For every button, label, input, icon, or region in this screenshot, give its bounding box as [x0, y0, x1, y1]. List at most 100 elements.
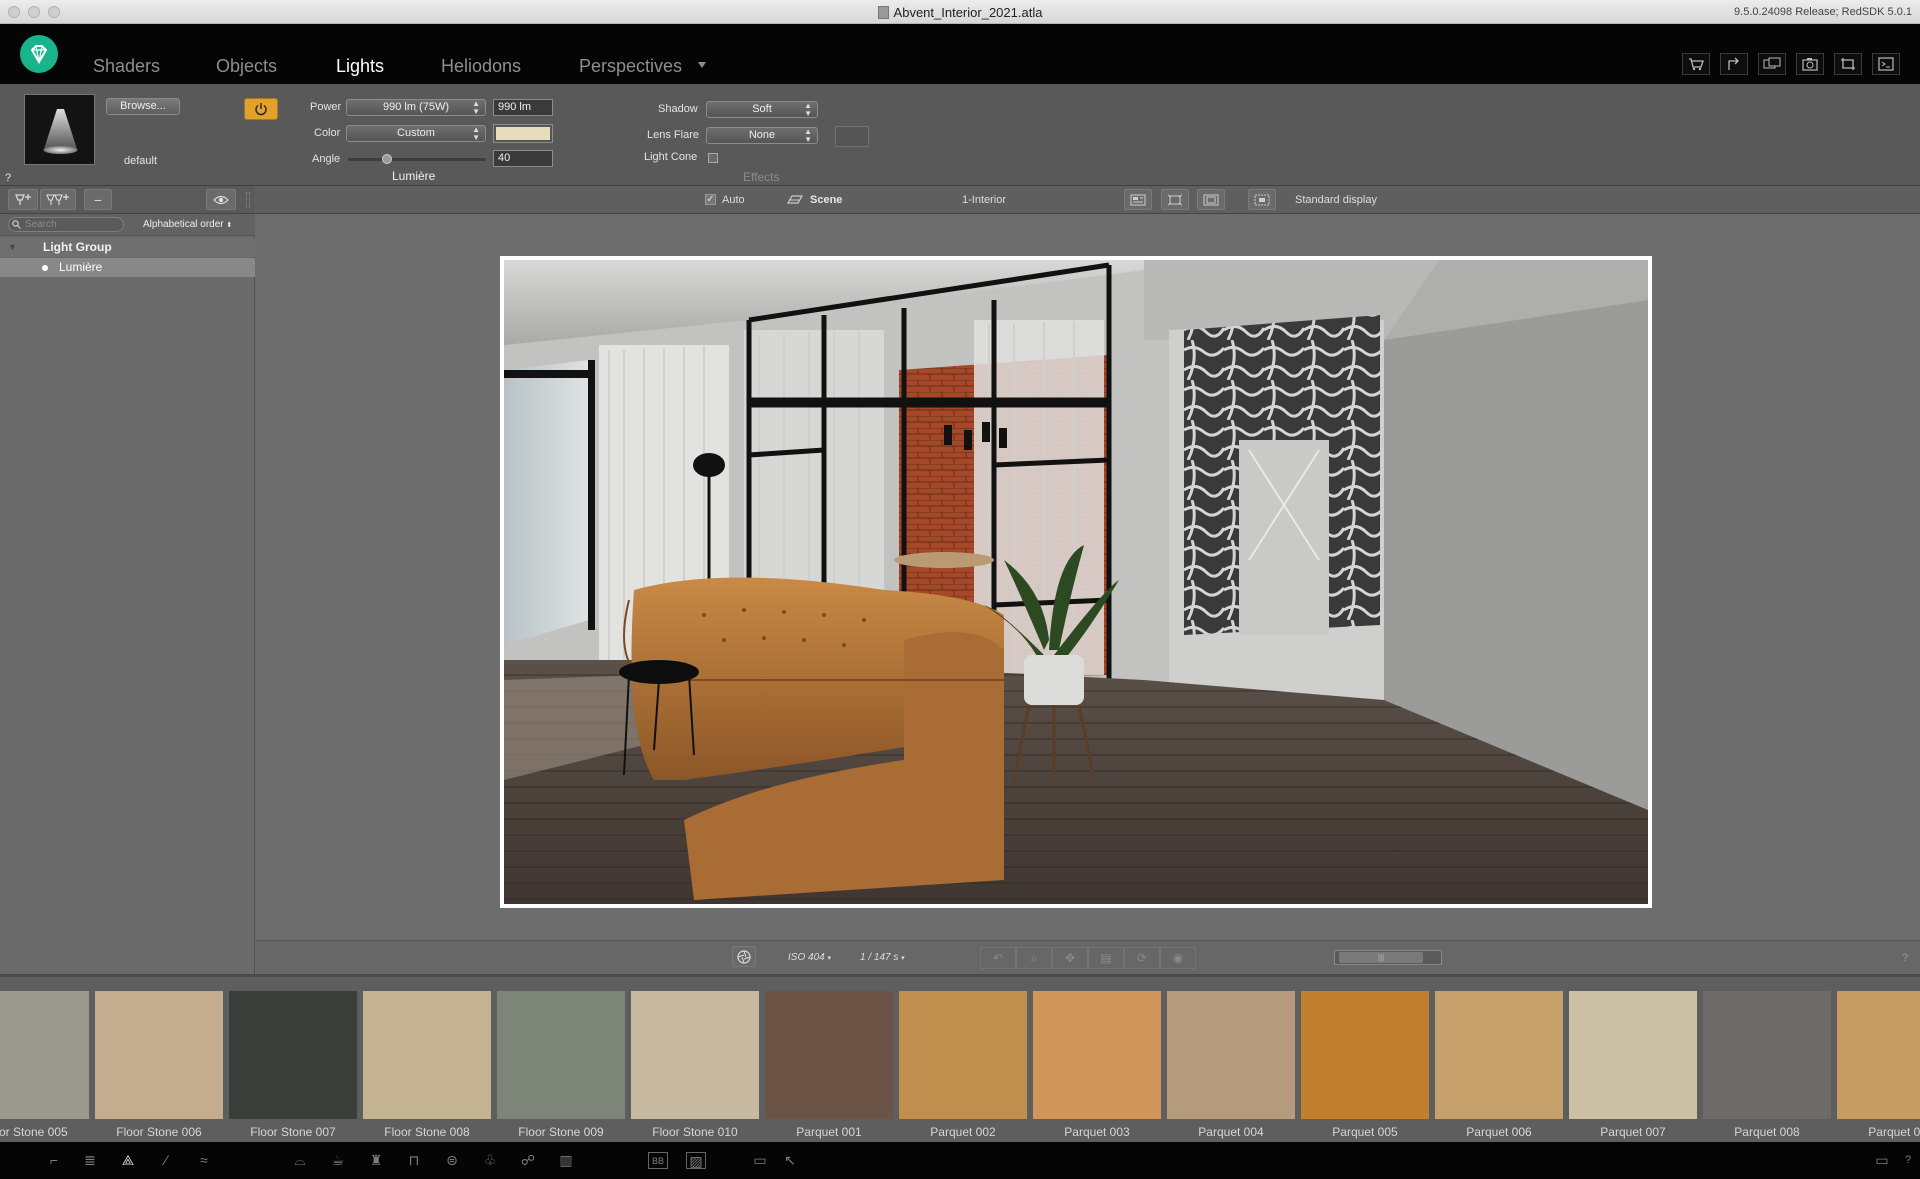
render-window-icon[interactable] [1872, 53, 1900, 75]
render-preview[interactable] [500, 256, 1652, 908]
display-mode-label[interactable]: Standard display [1295, 194, 1377, 206]
undo-icon[interactable]: ↶ [980, 947, 1016, 969]
library-swatch[interactable] [899, 991, 1027, 1119]
image-icon[interactable]: ▨ [686, 1152, 706, 1169]
library-swatch[interactable] [765, 991, 893, 1119]
lens-flare-preview[interactable] [835, 126, 869, 147]
windows-icon[interactable] [1758, 53, 1786, 75]
billboard-icon[interactable]: BB [648, 1152, 668, 1169]
view-mode-1-button[interactable] [1124, 189, 1152, 210]
light-group-row[interactable]: ▼ Light Group [0, 238, 255, 257]
tab-perspectives[interactable]: Perspectives [579, 56, 682, 77]
power-popup-value: 990 lm (75W) [382, 101, 450, 113]
sidebar-item-lumiere[interactable]: Lumière [0, 258, 255, 277]
cup-icon[interactable]: ☕ [328, 1152, 348, 1169]
walk-icon[interactable]: ▤ [1088, 947, 1124, 969]
remove-light-button[interactable]: − [84, 189, 112, 210]
color-popup[interactable]: Custom ▲ ▼ [346, 125, 486, 142]
library-swatch[interactable] [229, 991, 357, 1119]
browse-button[interactable]: Browse... [106, 98, 180, 115]
library-swatch-label: Parquet 008 [1734, 1125, 1800, 1139]
tab-shaders[interactable]: Shaders [93, 56, 160, 77]
shader-library-strip: Floor Stone 005 Floor Stone 006 Floor Ston… [0, 974, 1920, 1142]
camera-icon[interactable] [1796, 53, 1824, 75]
tab-objects[interactable]: Objects [216, 56, 277, 77]
light-power-toggle[interactable] [244, 98, 278, 120]
building-icon[interactable]: ▥ [556, 1152, 576, 1169]
aperture-button[interactable] [732, 946, 756, 967]
scene-icon[interactable] [786, 193, 804, 207]
add-light-button[interactable] [8, 189, 38, 210]
help-icon[interactable]: ? [5, 172, 11, 184]
library-swatch[interactable] [1167, 991, 1295, 1119]
library-swatch[interactable] [0, 991, 89, 1119]
library-swatch[interactable] [363, 991, 491, 1119]
plant-icon[interactable]: ♧ [480, 1152, 500, 1169]
auto-checkbox[interactable]: ✓ [705, 194, 716, 205]
perspective-name[interactable]: 1-Interior [962, 194, 1006, 206]
library-swatch[interactable] [1703, 991, 1831, 1119]
splitter-handle[interactable] [246, 192, 250, 208]
paint-roller-icon[interactable]: ⌐ [44, 1152, 64, 1169]
target-icon[interactable]: ◉ [1160, 947, 1196, 969]
zoom-icon[interactable]: ⌕ [1016, 947, 1052, 969]
help-icon[interactable]: ? [1902, 952, 1908, 964]
angle-field[interactable]: 40 [493, 150, 553, 167]
fit-view-button[interactable] [1161, 189, 1189, 210]
add-light-icon [15, 193, 31, 205]
export-icon[interactable] [1720, 53, 1748, 75]
crop-icon[interactable] [1834, 53, 1862, 75]
angle-slider-knob[interactable] [381, 154, 392, 164]
color-well[interactable] [493, 124, 553, 143]
visibility-toggle[interactable] [206, 189, 236, 210]
add-light-group-button[interactable] [40, 189, 76, 210]
library-swatch[interactable] [1569, 991, 1697, 1119]
library-swatch[interactable] [497, 991, 625, 1119]
view-mode-3-button[interactable] [1197, 189, 1225, 210]
power-popup[interactable]: 990 lm (75W) ▲ ▼ [346, 99, 486, 116]
angle-slider[interactable] [348, 154, 486, 164]
library-swatch[interactable] [1435, 991, 1563, 1119]
iso-popup[interactable]: ISO 404 ▾ [788, 952, 831, 963]
pan-icon[interactable]: ✥ [1052, 947, 1088, 969]
light-cone-checkbox[interactable] [708, 153, 718, 163]
power-field[interactable]: 990 lm [493, 99, 553, 116]
lens-flare-popup[interactable]: None ▲ ▼ [706, 127, 818, 144]
scene-label[interactable]: Scene [810, 194, 842, 206]
lamp-icon[interactable]: ♜ [366, 1152, 386, 1169]
bed-icon[interactable]: ⊓ [404, 1152, 424, 1169]
search-input[interactable]: Search [8, 217, 124, 232]
library-swatch[interactable] [631, 991, 759, 1119]
viewport[interactable] [256, 214, 1920, 940]
water-icon[interactable]: ≈ [194, 1152, 214, 1169]
perspectives-dropdown-icon[interactable] [698, 62, 706, 68]
shutter-popup[interactable]: 1 / 147 s ▾ [860, 952, 905, 963]
sofa-icon[interactable]: ⌓ [290, 1152, 310, 1169]
zoom-slider[interactable]: ||| [1334, 950, 1442, 965]
brick-icon[interactable]: ≣ [80, 1152, 100, 1169]
tab-heliodons[interactable]: Heliodons [441, 56, 521, 77]
library-swatch[interactable] [95, 991, 223, 1119]
artlantis-logo-icon[interactable] [20, 35, 58, 73]
floor-icon[interactable]: ⟁ [118, 1152, 138, 1169]
library-swatch[interactable] [1301, 991, 1429, 1119]
zoom-slider-thumb[interactable]: ||| [1339, 952, 1423, 963]
display-mode-button[interactable] [1248, 189, 1276, 210]
window-toggle-icon[interactable]: ▭ [1872, 1152, 1892, 1169]
cursor-icon[interactable]: ↖ [780, 1152, 800, 1169]
orbit-icon[interactable]: ⟳ [1124, 947, 1160, 969]
tab-lights[interactable]: Lights [336, 56, 384, 77]
light-preview-thumbnail[interactable] [24, 94, 95, 165]
sort-order-popup[interactable]: Alphabetical order ⬍ [143, 219, 232, 230]
library-swatch[interactable] [1837, 991, 1920, 1119]
brush-icon[interactable]: ⁄ [156, 1152, 176, 1169]
cart-icon[interactable] [1682, 53, 1710, 75]
library-swatch[interactable] [1033, 991, 1161, 1119]
shadow-popup[interactable]: Soft ▲ ▼ [706, 101, 818, 118]
folder-icon[interactable]: ▭ [750, 1152, 770, 1169]
people-icon[interactable]: ☍ [518, 1152, 538, 1169]
effects-section-label: Effects [743, 170, 780, 184]
help-icon[interactable]: ? [1898, 1152, 1918, 1169]
disclosure-triangle-icon[interactable]: ▼ [8, 238, 17, 257]
car-icon[interactable]: ⊜ [442, 1152, 462, 1169]
